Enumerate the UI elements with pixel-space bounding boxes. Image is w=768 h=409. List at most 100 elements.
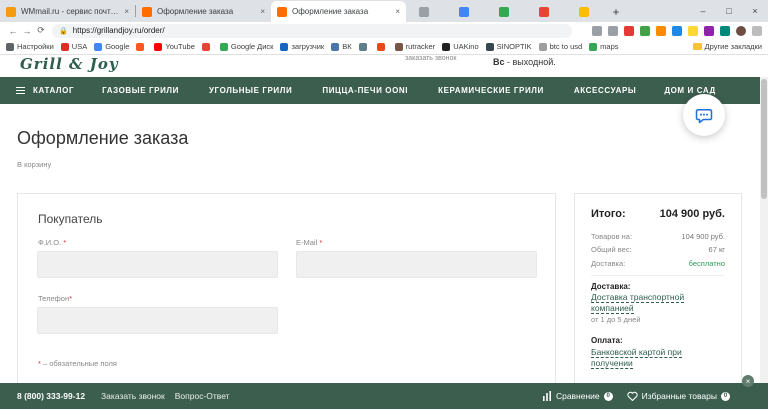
forward-arrow-icon[interactable]: → xyxy=(20,26,34,36)
delivery-term: от 1 до 5 дней xyxy=(591,315,641,324)
summary-row-weight: Общий вес: 67 кг xyxy=(591,245,725,254)
fio-label-text: Ф.И.О. xyxy=(38,238,62,247)
extension-icon[interactable] xyxy=(704,25,714,36)
bookmark-item[interactable]: btc to usd xyxy=(538,42,582,51)
summary-row-goods: Товаров на: 104 900 руб. xyxy=(591,232,725,241)
reload-icon[interactable]: ⟳ xyxy=(34,25,48,36)
minimize-button[interactable]: – xyxy=(690,6,716,16)
payment-heading: Оплата: xyxy=(591,336,623,345)
tab-close-icon[interactable]: × xyxy=(395,7,400,16)
bookmark-favicon-icon xyxy=(154,42,163,51)
browser-tab-order-active[interactable]: Оформление заказа × xyxy=(271,1,406,22)
bookmarks-bar: Настройки USA Google YouTube Google Диск загр… xyxy=(0,39,768,55)
bookmark-item[interactable] xyxy=(136,42,147,51)
close-bottom-bar-icon[interactable]: × xyxy=(742,375,754,387)
bookmark-favicon-icon xyxy=(94,42,103,51)
page-scrollbar[interactable] xyxy=(760,77,768,383)
bookmark-item[interactable]: UAKino xyxy=(442,42,479,51)
lock-icon: 🔒 xyxy=(59,27,68,35)
bookmark-item[interactable]: USA xyxy=(60,42,87,51)
bookmark-item[interactable]: maps xyxy=(589,42,619,51)
browser-tab-minimized[interactable] xyxy=(446,1,486,22)
favorites-label: Избранные товары xyxy=(641,391,717,401)
menu-dots-icon[interactable] xyxy=(752,25,762,36)
tab-close-icon[interactable]: × xyxy=(124,7,129,16)
menu-item-catalog[interactable]: КАТАЛОГ xyxy=(16,86,74,95)
extension-icon[interactable] xyxy=(720,25,730,36)
bookmark-item[interactable]: SINOPTIK xyxy=(485,42,532,51)
total-value: 104 900 руб. xyxy=(659,208,725,220)
compare-button[interactable]: Сравнение 0 xyxy=(542,391,613,401)
close-window-button[interactable]: × xyxy=(742,6,768,16)
menu-item-charcoal-grills[interactable]: УГОЛЬНЫЕ ГРИЛИ xyxy=(209,86,292,95)
browser-tab-minimized[interactable] xyxy=(526,1,566,22)
scrollbar-thumb[interactable] xyxy=(761,79,767,199)
bookmark-item[interactable] xyxy=(358,42,370,51)
bookmark-item[interactable]: rutracker xyxy=(394,42,435,51)
bookmark-favicon-icon xyxy=(280,42,289,51)
other-bookmarks[interactable]: Другие закладки xyxy=(692,42,762,51)
tab-favicon-icon xyxy=(578,6,589,17)
address-bar[interactable]: 🔒 https://grillandjoy.ru/order/ xyxy=(52,23,572,38)
browser-tab-minimized[interactable] xyxy=(566,1,606,22)
phone-number[interactable]: 8 (800) 333-99-12 xyxy=(17,391,85,401)
menu-item-ceramic-grills[interactable]: КЕРАМИЧЕСКИЕ ГРИЛИ xyxy=(438,86,544,95)
row-label: Доставка: xyxy=(591,259,626,268)
header-note[interactable]: заказать звонок xyxy=(405,55,456,62)
email-field[interactable] xyxy=(296,251,537,278)
browser-tab-minimized[interactable] xyxy=(486,1,526,22)
bookmark-label: SINOPTIK xyxy=(496,42,532,51)
maximize-button[interactable]: □ xyxy=(716,6,742,16)
phone-field[interactable] xyxy=(37,307,278,334)
bookmark-label: ВК xyxy=(342,42,352,51)
bookmark-item[interactable] xyxy=(201,42,213,51)
menu-item-pizza-ovens[interactable]: ПИЦЦА-ПЕЧИ OONI xyxy=(322,86,408,95)
buyer-form-card: Покупатель Ф.И.О. * E-Mail * Телефон* * … xyxy=(17,193,556,383)
faq-link[interactable]: Вопрос-Ответ xyxy=(175,391,230,401)
browser-tab-order-1[interactable]: Оформление заказа × xyxy=(136,1,271,22)
extension-icon[interactable] xyxy=(656,25,666,36)
extension-icon[interactable] xyxy=(624,25,634,36)
bookmark-item[interactable] xyxy=(376,42,388,51)
star-icon[interactable] xyxy=(608,25,618,36)
favorites-count-badge: 0 xyxy=(721,391,730,401)
bookmark-item[interactable]: ВК xyxy=(331,42,352,51)
bookmark-favicon-icon xyxy=(394,42,403,51)
menu-item-accessories[interactable]: АКСЕССУАРЫ xyxy=(574,86,636,95)
back-arrow-icon[interactable]: ← xyxy=(6,26,20,36)
delivery-method-link[interactable]: Доставка транспортной компанией xyxy=(591,292,721,314)
tab-close-icon[interactable]: × xyxy=(260,7,265,16)
bookmark-label: UAKino xyxy=(453,42,479,51)
extension-icon[interactable] xyxy=(688,25,698,36)
extension-icon[interactable] xyxy=(640,25,650,36)
request-call-link[interactable]: Заказать звонок xyxy=(101,391,165,401)
fio-field[interactable] xyxy=(37,251,278,278)
back-to-cart-link[interactable]: В корзину xyxy=(17,160,51,169)
site-favicon-icon xyxy=(142,6,152,17)
menu-item-gas-grills[interactable]: ГАЗОВЫЕ ГРИЛИ xyxy=(102,86,179,95)
compare-icon xyxy=(542,391,551,401)
other-bookmarks-label: Другие закладки xyxy=(704,42,762,51)
bookmark-label: Настройки xyxy=(17,42,54,51)
bookmark-item[interactable]: Google xyxy=(94,42,129,51)
bookmark-item[interactable]: Google Диск xyxy=(219,42,273,51)
bookmark-item[interactable]: Настройки xyxy=(6,42,54,51)
bookmark-item[interactable]: загрузчик xyxy=(280,42,324,51)
tab-favicon-icon xyxy=(498,6,509,17)
compare-label: Сравнение xyxy=(555,391,600,401)
payment-method-link[interactable]: Банковской картой при получении xyxy=(591,347,721,369)
profile-avatar[interactable] xyxy=(736,25,746,36)
heart-icon xyxy=(627,391,638,401)
chat-button[interactable] xyxy=(683,94,725,136)
summary-divider xyxy=(591,275,725,276)
browser-tab-wmmail[interactable]: WMmail.ru - сервис почтовых ра × xyxy=(0,1,135,22)
extension-icon[interactable] xyxy=(672,25,682,36)
favorites-button[interactable]: Избранные товары 0 xyxy=(627,391,730,401)
site-logo[interactable]: Grill & Joy xyxy=(20,55,119,73)
new-tab-button[interactable]: + xyxy=(606,1,626,22)
bookmark-favicon-icon xyxy=(442,42,451,51)
share-icon[interactable] xyxy=(592,25,602,36)
browser-tab-minimized[interactable] xyxy=(406,1,446,22)
bookmark-item[interactable]: YouTube xyxy=(154,42,195,51)
total-label: Итого: xyxy=(591,208,626,220)
